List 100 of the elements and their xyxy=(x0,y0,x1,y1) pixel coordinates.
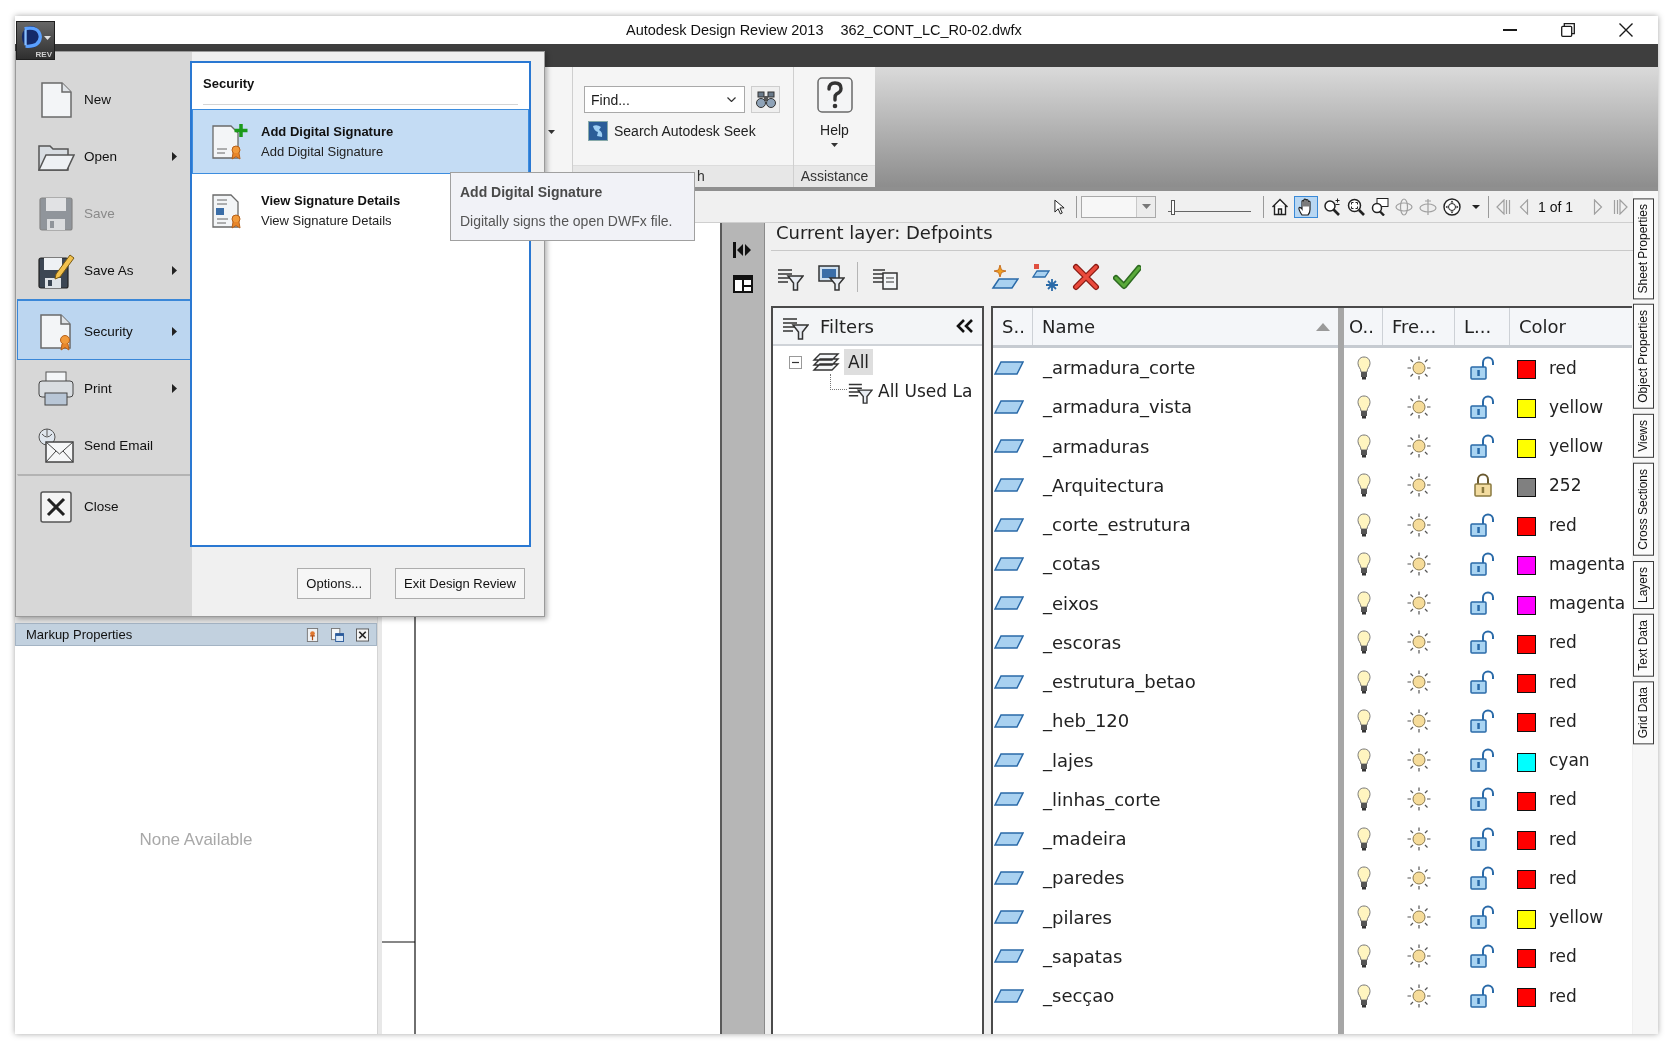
application-menu-button[interactable]: REV xyxy=(16,21,55,60)
delete-icon[interactable] xyxy=(1072,263,1100,291)
open-padlock-icon[interactable] xyxy=(1469,355,1496,380)
lightbulb-icon[interactable] xyxy=(1356,473,1371,498)
lightbulb-icon[interactable] xyxy=(1356,826,1371,851)
pin-icon[interactable] xyxy=(306,627,319,642)
color-swatch-icon[interactable] xyxy=(1517,674,1536,694)
sun-icon[interactable] xyxy=(1407,434,1431,459)
open-padlock-icon[interactable] xyxy=(1469,630,1496,655)
menu-item[interactable]: Add Digital Signature Add Digital Signature xyxy=(192,109,529,174)
color-swatch-icon[interactable] xyxy=(1517,360,1536,380)
lightbulb-icon[interactable] xyxy=(1356,748,1371,773)
lightbulb-icon[interactable] xyxy=(1356,983,1371,1008)
sun-icon[interactable] xyxy=(1407,944,1431,969)
layer-snowflake-icon[interactable] xyxy=(1031,263,1059,291)
color-swatch-icon[interactable] xyxy=(1517,556,1536,576)
float-window-icon[interactable] xyxy=(331,627,344,642)
close-icon[interactable] xyxy=(356,627,369,642)
lightbulb-icon[interactable] xyxy=(1356,865,1371,890)
lightbulb-icon[interactable] xyxy=(1356,708,1371,733)
zoom-window-button[interactable] xyxy=(1370,195,1390,218)
lightbulb-icon[interactable] xyxy=(1356,905,1371,930)
menu-item[interactable]: Print xyxy=(17,360,192,417)
sun-icon[interactable] xyxy=(1407,983,1431,1008)
open-padlock-icon[interactable] xyxy=(1469,591,1496,616)
lightbulb-icon[interactable] xyxy=(1356,434,1371,459)
close-icon[interactable] xyxy=(1619,23,1633,37)
seek-link[interactable]: Search Autodesk Seek xyxy=(588,121,756,141)
tree-item[interactable]: All xyxy=(844,349,874,375)
collapse-icon[interactable] xyxy=(789,355,802,369)
chevron-down-icon[interactable] xyxy=(727,97,736,102)
new-layer-icon[interactable] xyxy=(991,263,1019,291)
side-tab[interactable]: Views xyxy=(1633,414,1654,458)
slider-thumb[interactable] xyxy=(1170,200,1175,215)
open-padlock-icon[interactable] xyxy=(1469,865,1496,890)
color-swatch-icon[interactable] xyxy=(1517,438,1536,458)
lightbulb-icon[interactable] xyxy=(1356,630,1371,655)
scale-field[interactable] xyxy=(1081,195,1156,218)
side-tab[interactable]: Sheet Properties xyxy=(1633,198,1654,300)
zoom-slider[interactable] xyxy=(1168,201,1251,212)
sun-icon[interactable] xyxy=(1407,787,1431,812)
open-padlock-icon[interactable] xyxy=(1469,669,1496,694)
sun-icon[interactable] xyxy=(1407,708,1431,733)
lightbulb-icon[interactable] xyxy=(1356,591,1371,616)
lightbulb-icon[interactable] xyxy=(1356,394,1371,419)
color-swatch-icon[interactable] xyxy=(1517,399,1536,419)
side-tab[interactable]: Cross Sections xyxy=(1633,462,1654,556)
double-chevron-left-icon[interactable] xyxy=(956,318,974,334)
open-padlock-icon[interactable] xyxy=(1469,394,1496,419)
open-padlock-icon[interactable] xyxy=(1469,787,1496,812)
menu-item[interactable]: Send Email xyxy=(17,417,192,474)
lightbulb-icon[interactable] xyxy=(1356,669,1371,694)
tree-item[interactable]: All Used La xyxy=(878,381,973,401)
color-swatch-icon[interactable] xyxy=(1517,948,1536,968)
color-swatch-icon[interactable] xyxy=(1517,870,1536,890)
sun-icon[interactable] xyxy=(1407,905,1431,930)
lightbulb-icon[interactable] xyxy=(1356,551,1371,576)
menu-item[interactable]: Save As xyxy=(17,242,192,299)
open-padlock-icon[interactable] xyxy=(1469,944,1496,969)
sun-icon[interactable] xyxy=(1407,591,1431,616)
options-button[interactable]: Options... xyxy=(297,568,371,599)
sun-icon[interactable] xyxy=(1407,551,1431,576)
column-header[interactable]: S.. xyxy=(993,308,1033,345)
open-padlock-icon[interactable] xyxy=(1469,748,1496,773)
color-swatch-icon[interactable] xyxy=(1517,713,1536,733)
find-combo[interactable]: Find... xyxy=(584,86,745,113)
sun-icon[interactable] xyxy=(1407,630,1431,655)
column-header[interactable]: Name xyxy=(1033,308,1338,345)
lightbulb-icon[interactable] xyxy=(1356,787,1371,812)
checkmark-icon[interactable] xyxy=(1113,263,1141,291)
color-swatch-icon[interactable] xyxy=(1517,988,1536,1008)
cursor-arrow-icon[interactable] xyxy=(1054,198,1065,215)
open-padlock-icon[interactable] xyxy=(1469,983,1496,1008)
find-input[interactable]: Find... xyxy=(590,89,719,110)
wheel-button[interactable] xyxy=(1442,195,1462,218)
lightbulb-icon[interactable] xyxy=(1356,512,1371,537)
color-swatch-icon[interactable] xyxy=(1517,595,1536,615)
monitor-funnel-icon[interactable] xyxy=(817,263,845,291)
color-swatch-icon[interactable] xyxy=(1517,517,1536,537)
color-swatch-icon[interactable] xyxy=(1517,831,1536,851)
sun-icon[interactable] xyxy=(1407,473,1431,498)
lightbulb-icon[interactable] xyxy=(1356,355,1371,380)
color-swatch-icon[interactable] xyxy=(1517,634,1536,654)
side-tab[interactable]: Object Properties xyxy=(1633,304,1654,410)
column-header[interactable]: Fre... xyxy=(1383,308,1455,345)
menu-item[interactable]: Open xyxy=(17,128,192,185)
collapse-arrows-icon[interactable] xyxy=(733,241,753,259)
open-padlock-icon[interactable] xyxy=(1469,512,1496,537)
menu-item[interactable]: New xyxy=(17,71,192,128)
open-padlock-icon[interactable] xyxy=(1469,551,1496,576)
column-header[interactable]: O.. xyxy=(1344,308,1383,345)
color-swatch-icon[interactable] xyxy=(1517,909,1536,929)
open-padlock-icon[interactable] xyxy=(1469,905,1496,930)
restore-icon[interactable] xyxy=(1561,23,1575,37)
column-header[interactable]: L... xyxy=(1455,308,1510,345)
open-padlock-icon[interactable] xyxy=(1469,708,1496,733)
caret-icon[interactable] xyxy=(548,130,555,134)
caret-icon[interactable] xyxy=(1472,204,1480,209)
menu-item[interactable]: View Signature Details View Signature Details xyxy=(192,178,410,243)
side-tab[interactable]: Grid Data xyxy=(1633,681,1654,745)
